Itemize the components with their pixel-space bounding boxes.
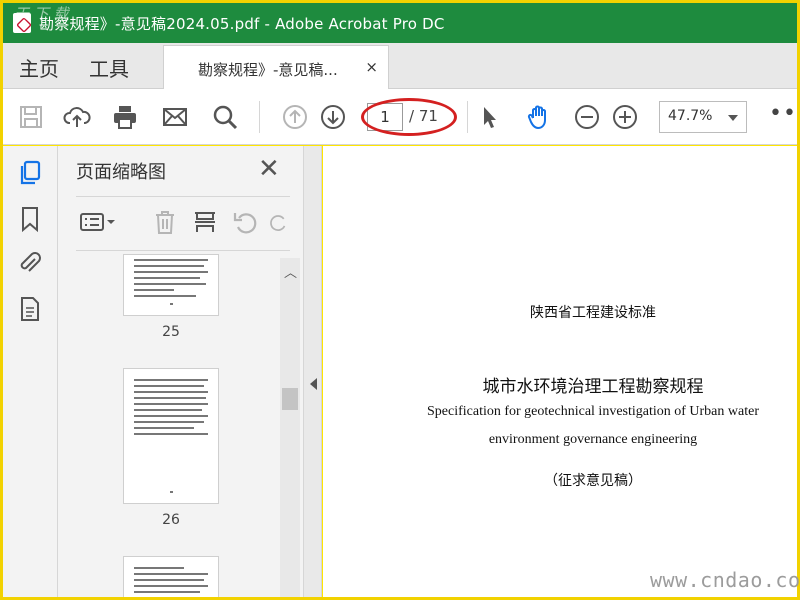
document-tab[interactable]: 勘察规程》-意见稿... × [163,45,389,90]
window-title: 勘察规程》-意见稿2024.05.pdf - Adobe Acrobat Pro… [39,14,445,33]
page-thumbnail[interactable] [123,254,219,316]
document-view[interactable]: 陕西省工程建设标准 城市水环境治理工程勘察规程 Specification fo… [323,146,797,597]
close-tab-button[interactable]: × [365,58,378,76]
page-down-icon[interactable] [317,101,349,133]
thumbnail-list: 25 26 [58,254,280,597]
annotation-ellipse [361,98,457,136]
divider [76,250,290,251]
hand-icon[interactable] [523,101,555,133]
page-thumbnails-panel: 页面缩略图 ✕ 25 26 ︿ [58,146,304,597]
document-title-en-line2: environment governance engineering [488,432,698,447]
scrollbar-thumb[interactable] [282,388,298,410]
document-draft-note: （征求意见稿） [544,473,642,489]
insert-page-icon[interactable] [188,204,222,240]
page-thumbnail[interactable] [123,368,219,504]
email-icon[interactable] [159,101,191,133]
title-bar: 勘察规程》-意见稿2024.05.pdf - Adobe Acrobat Pro… [3,3,797,43]
toolbar-separator [259,101,260,133]
document-title-en-line1: Specification for geotechnical investiga… [427,404,759,419]
zoom-value: 47.7% [668,108,713,124]
print-icon[interactable] [109,101,141,133]
chevron-down-icon [728,115,738,121]
close-panel-button[interactable]: ✕ [258,156,280,182]
navigation-rail [3,146,58,597]
bookmark-icon[interactable] [15,204,45,234]
zoom-dropdown[interactable]: 47.7% [659,101,747,133]
pages-icon[interactable] [15,158,45,188]
page-up-icon[interactable] [279,101,311,133]
document-properties-icon[interactable] [15,294,45,324]
nav-tools[interactable]: 工具 [89,53,129,82]
tab-bar: 主页 工具 勘察规程》-意见稿... × [3,43,797,90]
thumbnail-page-number: 26 [162,512,180,528]
rotate-right-icon[interactable] [268,204,290,240]
site-watermark: www.cndao.com [650,568,800,592]
panel-title: 页面缩略图 [76,162,166,183]
main-toolbar: 1 / 71 47.7% ••• [3,89,800,145]
search-icon[interactable] [209,101,241,133]
document-standard-line: 陕西省工程建设标准 [530,305,656,321]
select-arrow-icon[interactable] [473,101,505,133]
rotate-left-icon[interactable] [228,204,262,240]
collapse-arrow-icon[interactable] [310,378,317,390]
document-tab-label: 勘察规程》-意见稿... [198,61,338,79]
corner-watermark: 天 下 载 [14,5,69,23]
delete-icon[interactable] [148,204,182,240]
divider [76,196,290,197]
document-title-cn: 城市水环境治理工程勘察规程 [482,377,704,397]
zoom-out-icon[interactable] [571,101,603,133]
nav-home[interactable]: 主页 [19,53,59,82]
panel-collapse-strip[interactable] [304,146,322,597]
thumbnail-options-icon[interactable] [78,204,118,240]
chevron-up-icon[interactable]: ︿ [284,262,297,281]
cloud-upload-icon[interactable] [61,101,93,133]
thumbnail-page-number: 25 [162,324,180,340]
page-thumbnail[interactable] [123,556,219,597]
zoom-in-icon[interactable] [609,101,641,133]
save-icon[interactable] [15,101,47,133]
more-tools-button[interactable]: ••• [769,101,800,126]
attachment-icon[interactable] [15,248,45,278]
toolbar-separator [467,101,468,133]
thumbnail-scrollbar[interactable]: ︿ [280,258,300,597]
